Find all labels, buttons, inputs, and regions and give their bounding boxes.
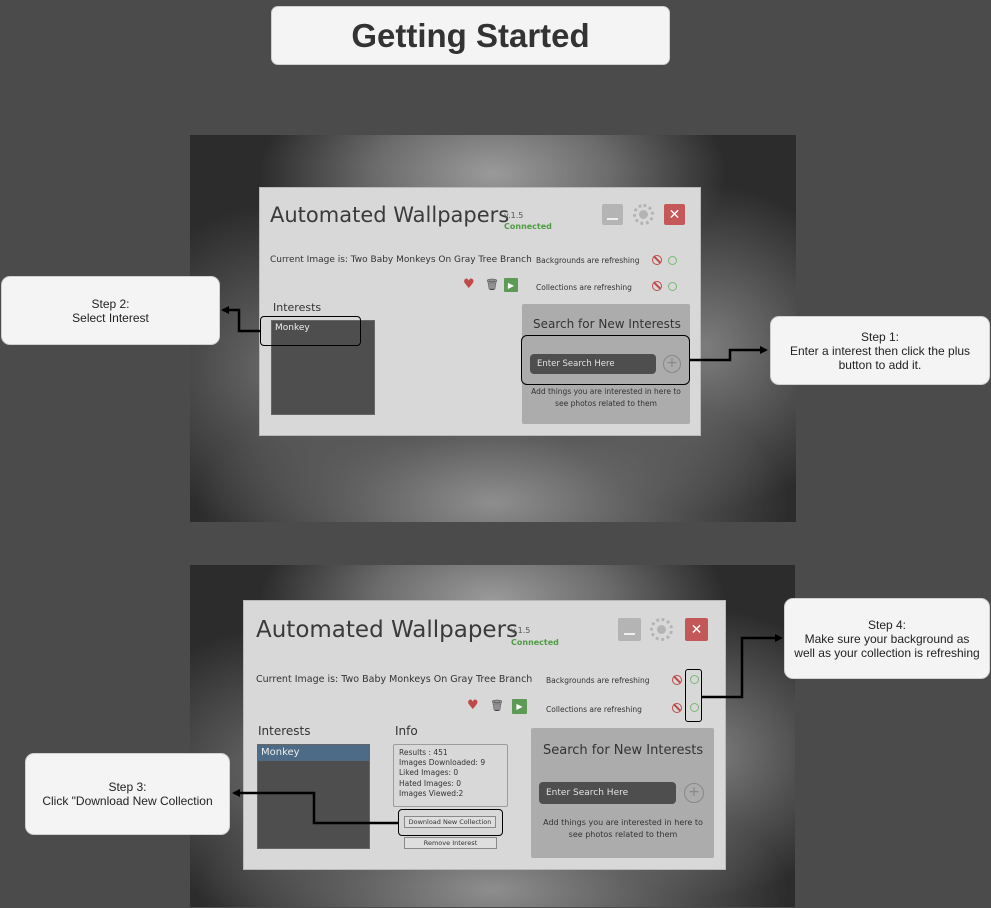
callout-step-3-title: Step 3: xyxy=(108,780,147,794)
connection-status: Connected xyxy=(511,638,559,647)
search-input[interactable] xyxy=(539,782,676,804)
callout-step-2-title: Step 2: xyxy=(91,296,130,311)
highlight-status xyxy=(685,669,702,722)
info-downloaded: Images Downloaded: 9 xyxy=(399,758,486,768)
info-hated: Hated Images: 0 xyxy=(399,778,462,788)
callout-step-3-text: Click "Download New Collection xyxy=(42,794,213,808)
app-version: v.1.5 xyxy=(511,626,531,635)
heart-icon[interactable]: ♥ xyxy=(463,277,475,292)
trash-icon[interactable]: 🗑 xyxy=(485,278,499,291)
no-entry-icon[interactable] xyxy=(672,675,682,685)
search-panel: Search for New Interests + Add things yo… xyxy=(531,728,714,858)
callout-step-4-title: Step 4: xyxy=(867,617,907,632)
close-icon[interactable]: ✕ xyxy=(664,204,685,225)
search-panel-title: Search for New Interests xyxy=(533,317,681,331)
callout-step-1-title: Step 1: xyxy=(860,329,900,344)
page-title: Getting Started xyxy=(271,6,670,65)
info-viewed: Images Viewed:2 xyxy=(399,788,464,798)
info-label: Info xyxy=(395,724,418,738)
info-box: Results : 451 Images Downloaded: 9 Liked… xyxy=(393,744,508,807)
collections-status: Collections are refreshing xyxy=(536,283,632,292)
list-item[interactable]: Monkey xyxy=(258,745,369,761)
search-hint: Add things you are interested in here to… xyxy=(543,818,703,839)
highlight-download xyxy=(398,809,503,836)
callout-step-2-text: Select Interest xyxy=(72,310,149,325)
highlight-interest xyxy=(260,316,361,346)
app-title: Automated Wallpapers xyxy=(270,203,510,227)
callout-step-1: Step 1: Enter a interest then click the p… xyxy=(770,316,990,385)
gear-icon[interactable] xyxy=(633,204,654,225)
play-icon[interactable]: ▶ xyxy=(504,278,518,292)
plus-circle-icon[interactable]: + xyxy=(684,783,704,803)
heart-icon[interactable]: ♥ xyxy=(467,698,479,713)
no-entry-icon[interactable] xyxy=(652,281,662,291)
minimize-icon[interactable] xyxy=(602,204,623,225)
callout-step-3: Step 3: Click "Download New Collection xyxy=(25,753,230,835)
info-results: Results : 451 xyxy=(399,748,448,757)
search-hint: Add things you are interested in here to… xyxy=(531,387,681,408)
search-panel-title: Search for New Interests xyxy=(543,743,704,758)
interests-label: Interests xyxy=(273,301,322,314)
app-version: v.1.5 xyxy=(504,211,524,220)
no-entry-icon[interactable] xyxy=(672,703,682,713)
backgrounds-status: Backgrounds are refreshing xyxy=(546,676,650,685)
callout-step-4-text: Make sure your background as well as you… xyxy=(794,631,980,660)
trash-icon[interactable]: 🗑 xyxy=(490,699,504,712)
interests-list[interactable]: Monkey xyxy=(257,744,370,849)
callout-step-4: Step 4: Make sure your background as well… xyxy=(784,598,990,679)
close-icon[interactable]: ✕ xyxy=(685,618,708,641)
play-icon[interactable]: ▶ xyxy=(512,699,527,714)
remove-interest-button[interactable]: Remove Interest xyxy=(404,837,497,849)
gear-icon[interactable] xyxy=(650,618,673,641)
callout-step-1-text: Enter a interest then click the plus but… xyxy=(789,343,971,372)
no-entry-icon[interactable] xyxy=(652,255,662,265)
circle-icon[interactable] xyxy=(668,282,677,291)
interests-label: Interests xyxy=(258,724,311,738)
backgrounds-status: Backgrounds are refreshing xyxy=(536,256,640,265)
connection-status: Connected xyxy=(504,222,552,231)
callout-step-2: Step 2: Select Interest xyxy=(1,276,220,345)
minimize-icon[interactable] xyxy=(618,618,641,641)
info-liked: Liked Images: 0 xyxy=(399,768,459,778)
current-image-label: Current Image is: Two Baby Monkeys On Gr… xyxy=(256,674,533,685)
app-title: Automated Wallpapers xyxy=(256,617,519,643)
highlight-search xyxy=(521,335,690,385)
current-image-label: Current Image is: Two Baby Monkeys On Gr… xyxy=(270,255,532,265)
circle-icon[interactable] xyxy=(668,256,677,265)
app-window-1: Automated Wallpapers v.1.5 Connected ✕ C… xyxy=(259,187,701,436)
collections-status: Collections are refreshing xyxy=(546,705,642,714)
